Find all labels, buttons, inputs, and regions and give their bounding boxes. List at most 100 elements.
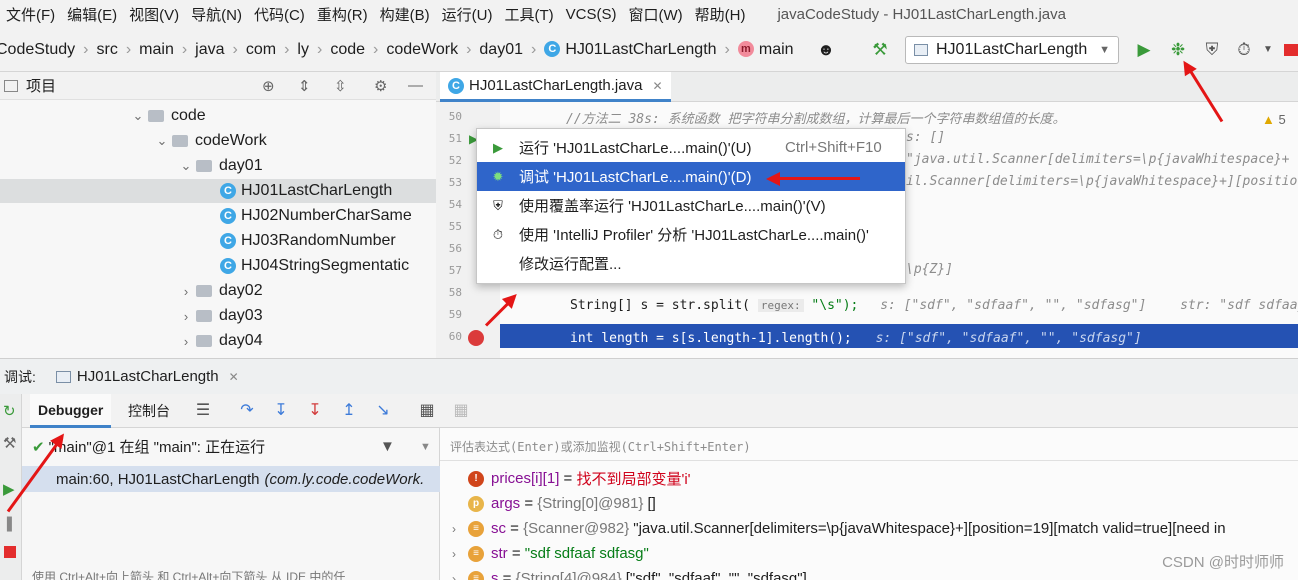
stop-icon[interactable] [4, 546, 16, 558]
pause-icon[interactable]: ❚ [3, 514, 16, 532]
breadcrumb-item[interactable]: day01 [475, 41, 527, 59]
variable-row[interactable]: p args = {String[0]@981}[] [440, 491, 1298, 516]
breadcrumb-item[interactable]: src [93, 41, 122, 59]
line-number: 57 [448, 264, 462, 277]
tree-item[interactable]: C HJ03RandomNumber [200, 229, 396, 253]
breakpoint-icon[interactable] [468, 330, 484, 346]
run-icon[interactable]: ▶ [1132, 38, 1156, 62]
chevron-right-icon[interactable]: › [176, 284, 196, 299]
tree-item[interactable]: ⌄ code [128, 104, 206, 128]
context-menu-item[interactable]: ⛨ 使用覆盖率运行 'HJ01LastCharLe....main()'(V) [477, 191, 905, 220]
expand-all-icon[interactable]: ⇕ [298, 77, 311, 95]
menu-item[interactable]: VCS(S) [560, 6, 623, 23]
wrench-icon[interactable]: ⚒ [3, 434, 16, 452]
resume-icon[interactable]: ▶ [3, 480, 15, 498]
rerun-icon[interactable]: ↻ [3, 402, 16, 420]
tree-item[interactable]: ⌄ codeWork [152, 129, 267, 153]
chevron-right-icon[interactable]: › [440, 572, 468, 580]
variable-row[interactable]: ! prices[i][1] = 找不到局部变量'i' [440, 466, 1298, 491]
chevron-right-icon[interactable]: › [176, 309, 196, 324]
variable-type: {String[0]@981} [537, 495, 644, 512]
breadcrumb-item[interactable]: ly [293, 41, 313, 59]
tree-item[interactable]: C HJ02NumberCharSame [200, 204, 412, 228]
code-arg: "\s"); [811, 298, 859, 313]
menu-item[interactable]: 编辑(E) [61, 4, 123, 25]
menu-item[interactable]: 构建(B) [374, 4, 436, 25]
filter-icon[interactable]: ▼ [380, 438, 395, 455]
chevron-right-icon[interactable]: › [176, 334, 196, 349]
code-line[interactable]: s: [] [906, 130, 945, 145]
context-menu-item[interactable]: 修改运行配置... [477, 249, 905, 278]
step-into-icon[interactable]: ↧ [270, 400, 292, 422]
tab-debugger[interactable]: Debugger [30, 394, 112, 428]
breadcrumb-item[interactable]: m main [734, 41, 798, 59]
menu-item[interactable]: 窗口(W) [622, 4, 688, 25]
stack-frame[interactable]: main:60, HJ01LastCharLength (com.ly.code… [22, 466, 440, 492]
menu-item[interactable]: 代码(C) [248, 4, 311, 25]
chevron-down-icon[interactable]: ⌄ [176, 158, 196, 174]
tab-console[interactable]: 控制台 [120, 394, 178, 428]
tree-item[interactable]: › day03 [176, 304, 263, 328]
close-icon[interactable]: ✕ [652, 79, 662, 93]
menu-item[interactable]: 文件(F) [0, 4, 61, 25]
chevron-down-icon[interactable]: ⌄ [128, 108, 148, 124]
breadcrumb-item[interactable]: codeWork [382, 41, 462, 59]
minimize-icon[interactable]: — [408, 77, 423, 94]
chevron-down-icon[interactable]: ⌄ [152, 133, 172, 149]
code-line-58[interactable]: String[] s = str.split( regex: "\s"); s:… [570, 298, 1298, 313]
thread-selector[interactable]: ✔ "main"@1 在组 "main": 正在运行 ▼ ▼ [32, 436, 432, 457]
code-line[interactable]: "java.util.Scanner[delimiters=\p{javaWhi… [906, 152, 1290, 167]
variable-row[interactable]: › ≡ sc = {Scanner@982} "java.util.Scanner[d… [440, 516, 1298, 541]
tree-item[interactable]: C HJ04StringSegmentatic [200, 254, 409, 278]
gear-icon[interactable]: ⚙ [374, 77, 387, 95]
context-menu-item[interactable]: ⏱ 使用 'IntelliJ Profiler' 分析 'HJ01LastChar… [477, 220, 905, 249]
menu-item[interactable]: 导航(N) [185, 4, 248, 25]
menu-item[interactable]: 帮助(H) [689, 4, 752, 25]
close-icon[interactable]: ✕ [229, 370, 239, 384]
breadcrumb-item[interactable]: com [242, 41, 280, 59]
tree-item[interactable]: › day02 [176, 279, 263, 303]
breadcrumb-item[interactable]: main [135, 41, 178, 59]
chevron-right-icon[interactable]: › [440, 522, 468, 536]
run-to-cursor-icon[interactable]: ↘ [372, 400, 394, 422]
menu-item[interactable]: 工具(T) [498, 4, 559, 25]
tree-item[interactable]: › day04 [176, 329, 263, 353]
stop-icon[interactable] [1284, 44, 1298, 56]
menu-item[interactable]: 重构(R) [311, 4, 374, 25]
code-line[interactable]: il.Scanner[delimiters=\p{javaWhitespace}… [906, 174, 1297, 189]
hammer-icon[interactable]: ⚒ [868, 38, 892, 62]
breadcrumb-item[interactable]: java [191, 41, 228, 59]
menu-icon[interactable]: ☰ [192, 400, 214, 422]
chevron-right-icon[interactable]: › [440, 547, 468, 561]
chevron-down-icon[interactable]: ▼ [420, 441, 431, 453]
debug-session-tab[interactable]: HJ01LastCharLength [77, 368, 219, 385]
tree-item[interactable]: C HJ01LastCharLength [0, 179, 436, 203]
code-line[interactable]: \p{Z}] [906, 262, 953, 277]
folder-icon [4, 79, 18, 92]
breadcrumb-item[interactable]: CodeStudy [0, 41, 79, 59]
step-over-icon[interactable]: ↷ [236, 400, 258, 422]
code-line-60[interactable]: int length = s[s.length-1].length(); s: … [570, 331, 1142, 346]
tree-item[interactable]: ⌄ day01 [176, 154, 263, 178]
warning-count[interactable]: ▲ 5 [1262, 112, 1286, 127]
target-icon[interactable]: ⊕ [262, 77, 275, 95]
breadcrumb-item[interactable]: code [326, 41, 369, 59]
profiler-icon[interactable]: ⏱ [1232, 38, 1256, 62]
editor-tab[interactable]: C HJ01LastCharLength.java ✕ [440, 72, 671, 102]
run-config-select[interactable]: HJ01LastCharLength ▼ [905, 36, 1119, 64]
table-icon[interactable]: ▦ [416, 400, 438, 422]
menu-item[interactable]: 视图(V) [123, 4, 185, 25]
evaluate-input[interactable]: 评估表达式(Enter)或添加监视(Ctrl+Shift+Enter) [450, 438, 751, 455]
grid-icon[interactable]: ▦ [450, 400, 472, 422]
breadcrumb-item[interactable]: C HJ01LastCharLength [540, 41, 720, 59]
coverage-icon[interactable]: ⛨ [1200, 38, 1224, 62]
code-line[interactable]: //方法二 38s: 系统函数 把字符串分割成数组，计算最后一个字符串数组值的长… [566, 108, 1065, 127]
context-menu-item[interactable]: ▶ 运行 'HJ01LastCharLe....main()'(U) Ctrl+Sh… [477, 133, 905, 162]
user-icon[interactable]: ☻ [814, 38, 838, 62]
chevron-down-icon[interactable]: ▼ [1256, 38, 1280, 62]
force-step-into-icon[interactable]: ↧ [304, 400, 326, 422]
menu-item[interactable]: 运行(U) [436, 4, 499, 25]
collapse-all-icon[interactable]: ⇳ [334, 77, 347, 95]
step-out-icon[interactable]: ↥ [338, 400, 360, 422]
variable-value: ["sdf", "sdfaaf", "", "sdfasg"] [625, 570, 807, 580]
